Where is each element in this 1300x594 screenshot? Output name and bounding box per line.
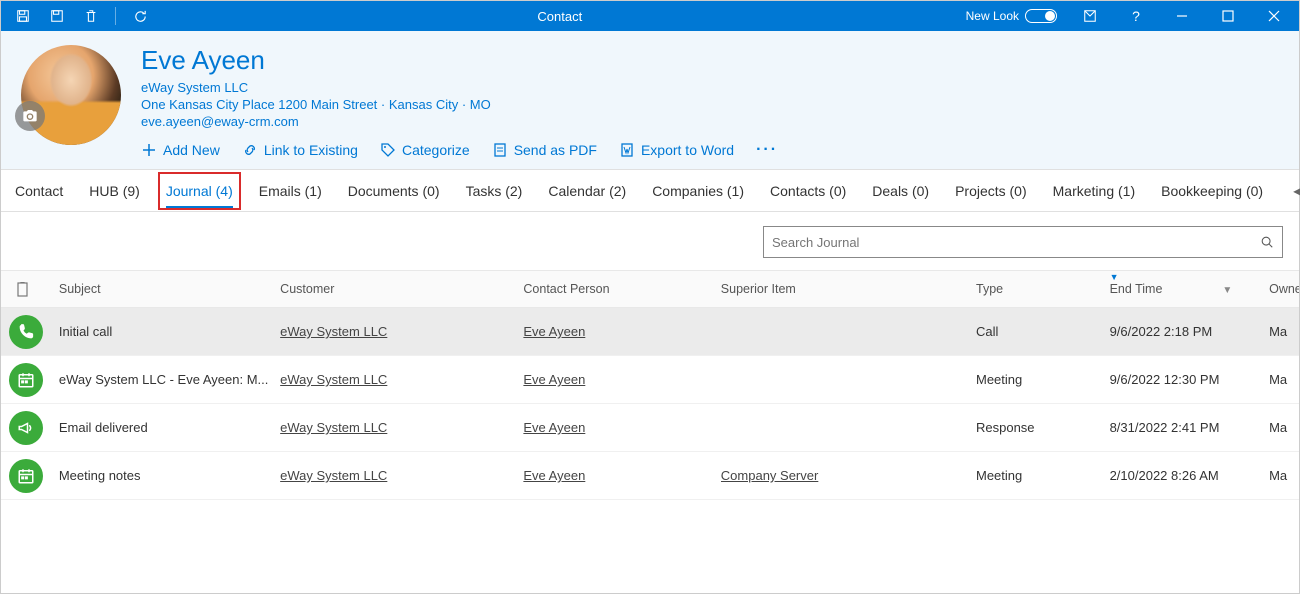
contact-name: Eve Ayeen	[141, 45, 1279, 76]
cell-contact-link[interactable]: Eve Ayeen	[523, 468, 585, 483]
more-actions-icon[interactable]: ···	[756, 141, 778, 159]
cell-subject: Initial call	[51, 324, 280, 339]
maximize-icon[interactable]	[1207, 1, 1249, 31]
tab-marketing-1-[interactable]: Marketing (1)	[1053, 173, 1135, 209]
column-subject[interactable]: Subject	[51, 282, 280, 296]
cell-subject: Meeting notes	[51, 468, 280, 483]
titlebar: Contact New Look ?	[1, 1, 1299, 31]
contact-email[interactable]: eve.ayeen@eway-crm.com	[141, 114, 1279, 129]
tab-emails-1-[interactable]: Emails (1)	[259, 173, 322, 209]
cell-owner: Ma	[1269, 372, 1299, 387]
cell-owner: Ma	[1269, 420, 1299, 435]
search-journal-input[interactable]	[763, 226, 1283, 258]
tab-bookkeeping-0-[interactable]: Bookkeeping (0)	[1161, 173, 1263, 209]
help-icon[interactable]: ?	[1115, 1, 1157, 31]
new-look-toggle[interactable]: New Look	[966, 9, 1057, 23]
cell-customer-link[interactable]: eWay System LLC	[280, 420, 387, 435]
tab-deals-0-[interactable]: Deals (0)	[872, 173, 929, 209]
cell-owner: Ma	[1269, 324, 1299, 339]
tab-tasks-2-[interactable]: Tasks (2)	[466, 173, 523, 209]
cell-subject: eWay System LLC - Eve Ayeen: M...	[51, 372, 280, 387]
tab-projects-0-[interactable]: Projects (0)	[955, 173, 1027, 209]
table-row[interactable]: Initial calleWay System LLC Eve Ayeen Call…	[1, 308, 1299, 356]
cell-superior-link[interactable]: Company Server	[721, 468, 819, 483]
column-superior[interactable]: Superior Item	[721, 282, 976, 296]
column-contact[interactable]: Contact Person	[523, 282, 720, 296]
cell-contact-link[interactable]: Eve Ayeen	[523, 324, 585, 339]
table-row[interactable]: Meeting noteseWay System LLC Eve Ayeen Com…	[1, 452, 1299, 500]
table-row[interactable]: Email deliveredeWay System LLC Eve Ayeen R…	[1, 404, 1299, 452]
cell-type: Call	[976, 324, 1110, 339]
save-icon[interactable]	[9, 2, 37, 30]
categorize-button[interactable]: Categorize	[380, 142, 470, 158]
cell-contact-link[interactable]: Eve Ayeen	[523, 420, 585, 435]
minimize-icon[interactable]	[1161, 1, 1203, 31]
tab-journal-4-[interactable]: Journal (4)	[166, 173, 233, 209]
camera-icon[interactable]	[15, 101, 45, 131]
tab-hub-9-[interactable]: HUB (9)	[89, 173, 140, 209]
tab-contact[interactable]: Contact	[15, 173, 63, 209]
refresh-icon[interactable]	[126, 2, 154, 30]
app-icon[interactable]	[1069, 1, 1111, 31]
cell-endtime: 9/6/2022 12:30 PM	[1110, 372, 1270, 387]
cell-type: Meeting	[976, 372, 1110, 387]
cell-customer-link[interactable]: eWay System LLC	[280, 324, 387, 339]
tabs-scroll-left-icon[interactable]: ◀	[1289, 184, 1300, 198]
cell-contact-link[interactable]: Eve Ayeen	[523, 372, 585, 387]
link-existing-button[interactable]: Link to Existing	[242, 142, 358, 158]
cell-subject: Email delivered	[51, 420, 280, 435]
calendar-icon	[9, 459, 43, 493]
cell-endtime: 9/6/2022 2:18 PM	[1110, 324, 1270, 339]
cell-endtime: 8/31/2022 2:41 PM	[1110, 420, 1270, 435]
column-owner[interactable]: Owner	[1269, 282, 1299, 296]
cell-type: Meeting	[976, 468, 1110, 483]
contact-header: Eve Ayeen eWay System LLC One Kansas Cit…	[1, 31, 1299, 170]
cell-type: Response	[976, 420, 1110, 435]
tab-companies-1-[interactable]: Companies (1)	[652, 173, 744, 209]
export-word-button[interactable]: Export to Word	[619, 142, 734, 158]
avatar	[21, 45, 121, 145]
add-new-button[interactable]: Add New	[141, 142, 220, 158]
megaphone-icon	[9, 411, 43, 445]
tab-documents-0-[interactable]: Documents (0)	[348, 173, 440, 209]
column-endtime[interactable]: ▼End Time▼	[1110, 282, 1270, 296]
cell-owner: Ma	[1269, 468, 1299, 483]
phone-icon	[9, 315, 43, 349]
save-close-icon[interactable]	[43, 2, 71, 30]
calendar-icon	[9, 363, 43, 397]
delete-icon[interactable]	[77, 2, 105, 30]
close-icon[interactable]	[1253, 1, 1295, 31]
cell-customer-link[interactable]: eWay System LLC	[280, 372, 387, 387]
tab-calendar-2-[interactable]: Calendar (2)	[548, 173, 626, 209]
send-pdf-button[interactable]: Send as PDF	[492, 142, 597, 158]
cell-customer-link[interactable]: eWay System LLC	[280, 468, 387, 483]
column-type[interactable]: Type	[976, 282, 1110, 296]
contact-company[interactable]: eWay System LLC	[141, 80, 1279, 95]
column-customer[interactable]: Customer	[280, 282, 523, 296]
tabs-bar: Contact HUB (9) Journal (4) Emails (1) Docum…	[1, 170, 1299, 212]
search-icon	[1260, 235, 1274, 249]
window-title: Contact	[154, 9, 966, 24]
journal-table: Subject Customer Contact Person Superior…	[1, 270, 1299, 500]
column-icon[interactable]	[1, 282, 51, 297]
table-row[interactable]: eWay System LLC - Eve Ayeen: M...eWay Sy…	[1, 356, 1299, 404]
contact-address[interactable]: One Kansas City Place 1200 Main Street ·…	[141, 97, 1279, 112]
cell-endtime: 2/10/2022 8:26 AM	[1110, 468, 1270, 483]
tab-contacts-0-[interactable]: Contacts (0)	[770, 173, 846, 209]
